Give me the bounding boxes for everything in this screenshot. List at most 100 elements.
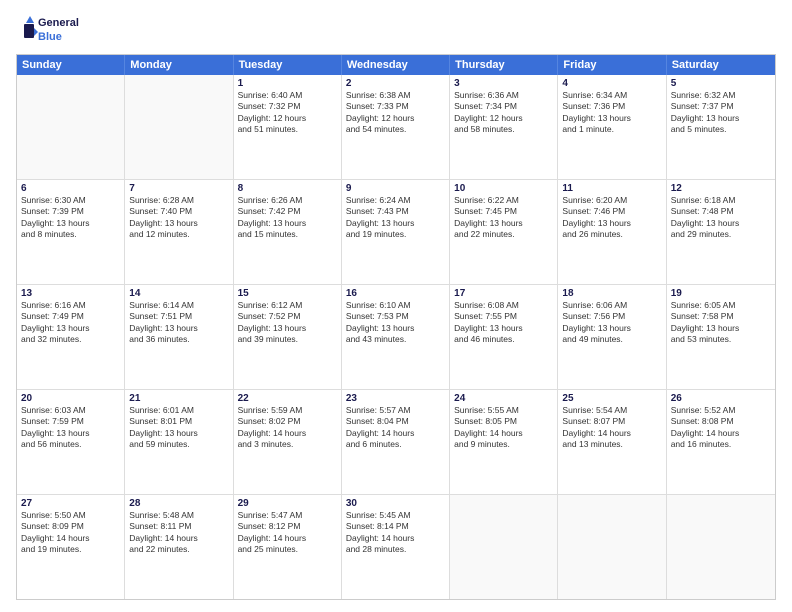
day-cell: 29Sunrise: 5:47 AM Sunset: 8:12 PM Dayli… (234, 495, 342, 599)
day-header-thursday: Thursday (450, 55, 558, 75)
day-info: Sunrise: 6:32 AM Sunset: 7:37 PM Dayligh… (671, 90, 771, 136)
day-info: Sunrise: 5:54 AM Sunset: 8:07 PM Dayligh… (562, 405, 661, 451)
day-number: 2 (346, 78, 445, 89)
day-info: Sunrise: 5:45 AM Sunset: 8:14 PM Dayligh… (346, 510, 445, 556)
day-number: 29 (238, 498, 337, 509)
day-cell: 14Sunrise: 6:14 AM Sunset: 7:51 PM Dayli… (125, 285, 233, 389)
day-cell: 20Sunrise: 6:03 AM Sunset: 7:59 PM Dayli… (17, 390, 125, 494)
day-cell: 23Sunrise: 5:57 AM Sunset: 8:04 PM Dayli… (342, 390, 450, 494)
day-number: 23 (346, 393, 445, 404)
day-number: 24 (454, 393, 553, 404)
day-cell: 25Sunrise: 5:54 AM Sunset: 8:07 PM Dayli… (558, 390, 666, 494)
day-number: 25 (562, 393, 661, 404)
day-info: Sunrise: 6:36 AM Sunset: 7:34 PM Dayligh… (454, 90, 553, 136)
day-info: Sunrise: 6:38 AM Sunset: 7:33 PM Dayligh… (346, 90, 445, 136)
day-number: 20 (21, 393, 120, 404)
day-info: Sunrise: 6:16 AM Sunset: 7:49 PM Dayligh… (21, 300, 120, 346)
day-cell: 13Sunrise: 6:16 AM Sunset: 7:49 PM Dayli… (17, 285, 125, 389)
day-cell: 8Sunrise: 6:26 AM Sunset: 7:42 PM Daylig… (234, 180, 342, 284)
day-info: Sunrise: 6:01 AM Sunset: 8:01 PM Dayligh… (129, 405, 228, 451)
day-cell: 27Sunrise: 5:50 AM Sunset: 8:09 PM Dayli… (17, 495, 125, 599)
day-cell: 17Sunrise: 6:08 AM Sunset: 7:55 PM Dayli… (450, 285, 558, 389)
day-cell: 28Sunrise: 5:48 AM Sunset: 8:11 PM Dayli… (125, 495, 233, 599)
day-number: 19 (671, 288, 771, 299)
day-number: 17 (454, 288, 553, 299)
day-info: Sunrise: 5:47 AM Sunset: 8:12 PM Dayligh… (238, 510, 337, 556)
day-number: 10 (454, 183, 553, 194)
day-info: Sunrise: 6:20 AM Sunset: 7:46 PM Dayligh… (562, 195, 661, 241)
day-info: Sunrise: 6:28 AM Sunset: 7:40 PM Dayligh… (129, 195, 228, 241)
calendar: SundayMondayTuesdayWednesdayThursdayFrid… (16, 54, 776, 600)
day-cell (17, 75, 125, 179)
day-info: Sunrise: 6:14 AM Sunset: 7:51 PM Dayligh… (129, 300, 228, 346)
day-info: Sunrise: 6:40 AM Sunset: 7:32 PM Dayligh… (238, 90, 337, 136)
day-header-monday: Monday (125, 55, 233, 75)
day-cell: 22Sunrise: 5:59 AM Sunset: 8:02 PM Dayli… (234, 390, 342, 494)
day-number: 3 (454, 78, 553, 89)
day-info: Sunrise: 6:34 AM Sunset: 7:36 PM Dayligh… (562, 90, 661, 136)
calendar-row-2: 6Sunrise: 6:30 AM Sunset: 7:39 PM Daylig… (17, 179, 775, 284)
day-info: Sunrise: 5:55 AM Sunset: 8:05 PM Dayligh… (454, 405, 553, 451)
day-number: 5 (671, 78, 771, 89)
calendar-row-3: 13Sunrise: 6:16 AM Sunset: 7:49 PM Dayli… (17, 284, 775, 389)
day-header-sunday: Sunday (17, 55, 125, 75)
day-info: Sunrise: 6:30 AM Sunset: 7:39 PM Dayligh… (21, 195, 120, 241)
day-info: Sunrise: 5:48 AM Sunset: 8:11 PM Dayligh… (129, 510, 228, 556)
day-number: 9 (346, 183, 445, 194)
day-number: 26 (671, 393, 771, 404)
day-cell: 16Sunrise: 6:10 AM Sunset: 7:53 PM Dayli… (342, 285, 450, 389)
logo-svg: General Blue (16, 12, 86, 48)
day-cell: 24Sunrise: 5:55 AM Sunset: 8:05 PM Dayli… (450, 390, 558, 494)
day-number: 21 (129, 393, 228, 404)
day-number: 27 (21, 498, 120, 509)
logo-wordmark: General Blue (16, 12, 86, 48)
day-header-saturday: Saturday (667, 55, 775, 75)
day-header-tuesday: Tuesday (234, 55, 342, 75)
day-cell: 2Sunrise: 6:38 AM Sunset: 7:33 PM Daylig… (342, 75, 450, 179)
day-cell: 6Sunrise: 6:30 AM Sunset: 7:39 PM Daylig… (17, 180, 125, 284)
day-number: 1 (238, 78, 337, 89)
day-info: Sunrise: 6:22 AM Sunset: 7:45 PM Dayligh… (454, 195, 553, 241)
day-number: 4 (562, 78, 661, 89)
day-number: 13 (21, 288, 120, 299)
day-info: Sunrise: 5:50 AM Sunset: 8:09 PM Dayligh… (21, 510, 120, 556)
day-info: Sunrise: 6:08 AM Sunset: 7:55 PM Dayligh… (454, 300, 553, 346)
day-number: 8 (238, 183, 337, 194)
day-cell: 18Sunrise: 6:06 AM Sunset: 7:56 PM Dayli… (558, 285, 666, 389)
day-cell: 4Sunrise: 6:34 AM Sunset: 7:36 PM Daylig… (558, 75, 666, 179)
svg-text:Blue: Blue (38, 31, 62, 43)
day-header-wednesday: Wednesday (342, 55, 450, 75)
day-cell: 10Sunrise: 6:22 AM Sunset: 7:45 PM Dayli… (450, 180, 558, 284)
calendar-row-4: 20Sunrise: 6:03 AM Sunset: 7:59 PM Dayli… (17, 389, 775, 494)
day-cell (558, 495, 666, 599)
day-cell (450, 495, 558, 599)
day-info: Sunrise: 6:12 AM Sunset: 7:52 PM Dayligh… (238, 300, 337, 346)
calendar-header: SundayMondayTuesdayWednesdayThursdayFrid… (17, 55, 775, 75)
day-number: 12 (671, 183, 771, 194)
day-cell (667, 495, 775, 599)
day-info: Sunrise: 6:24 AM Sunset: 7:43 PM Dayligh… (346, 195, 445, 241)
day-cell: 15Sunrise: 6:12 AM Sunset: 7:52 PM Dayli… (234, 285, 342, 389)
day-info: Sunrise: 6:05 AM Sunset: 7:58 PM Dayligh… (671, 300, 771, 346)
day-number: 22 (238, 393, 337, 404)
day-cell: 5Sunrise: 6:32 AM Sunset: 7:37 PM Daylig… (667, 75, 775, 179)
day-number: 14 (129, 288, 228, 299)
calendar-row-1: 1Sunrise: 6:40 AM Sunset: 7:32 PM Daylig… (17, 75, 775, 179)
day-number: 16 (346, 288, 445, 299)
day-number: 11 (562, 183, 661, 194)
day-cell: 11Sunrise: 6:20 AM Sunset: 7:46 PM Dayli… (558, 180, 666, 284)
day-cell: 12Sunrise: 6:18 AM Sunset: 7:48 PM Dayli… (667, 180, 775, 284)
day-info: Sunrise: 6:10 AM Sunset: 7:53 PM Dayligh… (346, 300, 445, 346)
day-cell: 3Sunrise: 6:36 AM Sunset: 7:34 PM Daylig… (450, 75, 558, 179)
day-number: 6 (21, 183, 120, 194)
day-cell (125, 75, 233, 179)
day-cell: 26Sunrise: 5:52 AM Sunset: 8:08 PM Dayli… (667, 390, 775, 494)
day-header-friday: Friday (558, 55, 666, 75)
logo: General Blue (16, 12, 86, 48)
day-info: Sunrise: 5:57 AM Sunset: 8:04 PM Dayligh… (346, 405, 445, 451)
day-number: 30 (346, 498, 445, 509)
day-cell: 19Sunrise: 6:05 AM Sunset: 7:58 PM Dayli… (667, 285, 775, 389)
day-info: Sunrise: 5:52 AM Sunset: 8:08 PM Dayligh… (671, 405, 771, 451)
day-info: Sunrise: 6:26 AM Sunset: 7:42 PM Dayligh… (238, 195, 337, 241)
day-number: 15 (238, 288, 337, 299)
